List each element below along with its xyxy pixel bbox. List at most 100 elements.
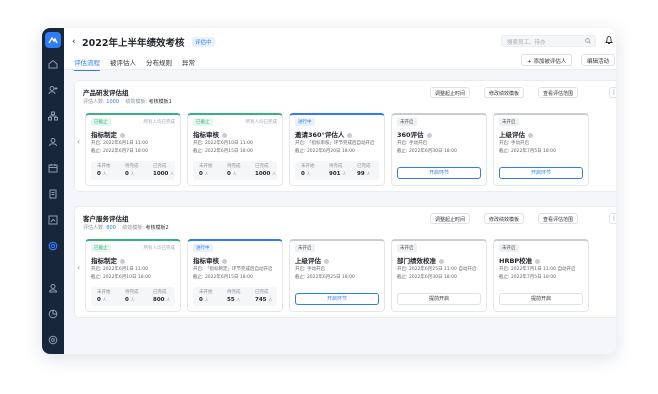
stage-end: 截止: 2022年7月5日 18:00 [499, 275, 557, 280]
evaluation-group: 客户服务评估组 评估人数: 800 绩效模板: 考核模板2 调整起止时间 修改绩… [74, 206, 616, 318]
add-evaluatee-button[interactable]: + 添加被评估人 [521, 54, 573, 66]
stage-end: 截止: 2022年6月30日 18:00 [397, 275, 457, 280]
status-badge: 评估中 [192, 37, 215, 47]
main-area: ‹ 2022年上半年绩效考核 评估中 搜索员工、待办 评估流程 被评估人 分布规… [64, 28, 616, 354]
stage-end: 截止: 2022年6月25日 18:00 [295, 275, 355, 280]
count-value[interactable]: 800 [106, 225, 116, 231]
settings-icon[interactable] [47, 334, 59, 346]
stage-end: 截止: 2022年7月5日 18:00 [499, 149, 557, 154]
user-add-icon[interactable] [47, 84, 59, 96]
stage-start: 开启: 2022年7月1日 11:00 自动开启 [499, 267, 576, 272]
user-icon[interactable] [47, 282, 59, 294]
tab-process[interactable]: 评估流程 [74, 57, 100, 71]
page-title: 2022年上半年绩效考核 [82, 38, 185, 49]
sidebar [42, 28, 64, 354]
open-stage-button[interactable]: 开启环节 [499, 167, 583, 179]
stage-end: 截止: 2022年6月20日 18:00 [295, 149, 355, 154]
chevron-left-icon[interactable]: ‹ [77, 137, 80, 146]
evaluation-group: 产品研发评估组 评估人数: 1000 绩效模板: 考核模板1 调整起止时间 修改… [74, 80, 616, 192]
home-icon[interactable] [47, 58, 59, 70]
back-icon[interactable]: ‹ [72, 37, 76, 47]
stage-status: 已截止 [91, 244, 111, 252]
stage-name: 指标制定 [91, 129, 125, 139]
bell-icon[interactable] [604, 35, 614, 45]
help-icon[interactable] [120, 132, 125, 138]
template-value: 考核模板2 [145, 225, 169, 231]
help-icon[interactable] [528, 132, 533, 138]
stage-stats: 未开始 0 人 待完成 0 人 已完成 1000 人 [193, 161, 277, 180]
edit-activity-button[interactable]: 编辑活动 [581, 54, 616, 66]
pie-icon[interactable] [47, 308, 59, 320]
stage-start: 开启: 2022年6月1日 11:00 [91, 141, 149, 146]
view-scope-button[interactable]: 查看评估范围 [538, 213, 579, 224]
adjust-time-button[interactable]: 调整起止时间 [430, 87, 471, 98]
stage-name: HRBP校准 [499, 255, 541, 265]
calendar-icon[interactable] [47, 162, 59, 174]
tab-distribution[interactable]: 分布规则 [146, 57, 172, 71]
help-icon[interactable] [324, 258, 329, 264]
open-stage-button[interactable]: 开启环节 [397, 167, 481, 179]
stage-name: 指标制定 [91, 255, 125, 265]
stage-stats: 未开始 0 人 待完成 55 人 已完成 745 人 [193, 287, 277, 306]
target-icon[interactable] [47, 240, 59, 252]
stage-card[interactable]: 已截止 所有人均已完成 指标制定 开启: 2022年6月1日 11:00 截止:… [85, 113, 181, 186]
help-icon[interactable] [120, 258, 125, 264]
group-meta: 评估人数: 800 绩效模板: 考核模板2 [83, 224, 169, 231]
stage-card[interactable]: 未开启 部门绩效校准 开启: 2022年6月25日 11:00 自动开启 截止:… [391, 239, 487, 312]
stage-card[interactable]: 未开启 HRBP校准 开启: 2022年7月1日 11:00 自动开启 截止: … [493, 239, 589, 312]
top-bar: ‹ 2022年上半年绩效考核 评估中 搜索员工、待办 评估流程 被评估人 分布规… [64, 28, 616, 71]
tab-exceptions[interactable]: 异常 [182, 57, 195, 71]
stage-card[interactable]: 未开启 360评估 开启: 手动开启 截止: 2022年6月30日 18:00 … [391, 113, 487, 186]
open-stage-button[interactable]: 开启环节 [295, 293, 379, 305]
edit-template-button[interactable]: 修改绩效模板 [484, 213, 525, 224]
stage-card[interactable]: 已截止 所有人均已完成 指标审核 开启: 2022年6月10日 11:00 截止… [187, 113, 283, 186]
more-icon[interactable]: ⋮ [609, 87, 616, 98]
early-open-button[interactable]: 提前开启 [499, 293, 583, 305]
document-icon[interactable] [47, 188, 59, 200]
search-input[interactable]: 搜索员工、待办 [501, 35, 596, 47]
stage-name: 上级评估 [499, 129, 533, 139]
stage-start: 开启: 2022年6月1日 11:00 [91, 267, 149, 272]
stage-card[interactable]: 未开启 上级评估 开启: 手动开启 截止: 2022年7月5日 18:00 开启… [493, 113, 589, 186]
help-icon[interactable] [347, 132, 353, 138]
stage-stats: 未开始 0 人 待完成 0 人 已完成 800 人 [91, 287, 175, 306]
adjust-time-button[interactable]: 调整起止时间 [430, 213, 471, 224]
tab-evaluatees[interactable]: 被评估人 [110, 57, 136, 71]
count-value[interactable]: 1000 [106, 99, 119, 105]
edit-template-button[interactable]: 修改绩效模板 [484, 87, 525, 98]
stage-status: 已截止 [193, 118, 213, 126]
help-icon[interactable] [426, 132, 432, 138]
stage-end: 截止: 2022年6月15日 18:00 [193, 149, 253, 154]
app-window: ‹ 2022年上半年绩效考核 评估中 搜索员工、待办 评估流程 被评估人 分布规… [42, 28, 616, 354]
person-icon[interactable] [47, 136, 59, 148]
stage-status: 未开启 [499, 244, 519, 252]
stage-stats: 未开始 0 人 待完成 901 人 已完成 99 人 [295, 161, 379, 180]
stage-card[interactable]: 进行中 指标审核 开启: 「指标制定」环节完成后自动开启 截止: 2022年6月… [187, 239, 283, 312]
early-open-button[interactable]: 提前开启 [397, 293, 481, 305]
more-icon[interactable]: ⋮ [609, 213, 616, 224]
group-name: 产品研发评估组 [83, 89, 129, 97]
help-icon[interactable] [222, 258, 227, 264]
help-icon[interactable] [535, 258, 541, 264]
stage-status: 进行中 [193, 244, 213, 252]
stage-start: 开启: 「指标审核」环节完成后自动开启 [295, 141, 375, 146]
help-icon[interactable] [222, 132, 227, 138]
stage-name: 邀请360°评估人 [295, 129, 353, 139]
stage-start: 开启: 「指标制定」环节完成后自动开启 [193, 267, 273, 272]
count-label: 评估人数: [83, 99, 105, 105]
org-icon[interactable] [47, 110, 59, 122]
stage-start: 开启: 手动开启 [397, 141, 427, 146]
stage-status: 已截止 [91, 118, 111, 126]
app-logo[interactable] [45, 32, 61, 48]
chevron-left-icon[interactable]: ‹ [77, 263, 80, 272]
stage-card[interactable]: 未开启 上级评估 开启: 手动开启 截止: 2022年6月25日 18:00 开… [289, 239, 385, 312]
stage-card[interactable]: 已截止 所有人均已完成 指标制定 开启: 2022年6月1日 11:00 截止:… [85, 239, 181, 312]
chart-icon[interactable] [47, 214, 59, 226]
stage-status: 未开启 [397, 118, 417, 126]
help-icon[interactable] [439, 258, 444, 264]
stage-status: 未开启 [397, 244, 417, 252]
stage-card[interactable]: 进行中 邀请360°评估人 开启: 「指标审核」环节完成后自动开启 截止: 20… [289, 113, 385, 186]
view-scope-button[interactable]: 查看评估范围 [538, 87, 579, 98]
stage-name: 部门绩效校准 [397, 255, 444, 265]
stage-end: 截止: 2022年6月7日 18:00 [91, 149, 149, 154]
